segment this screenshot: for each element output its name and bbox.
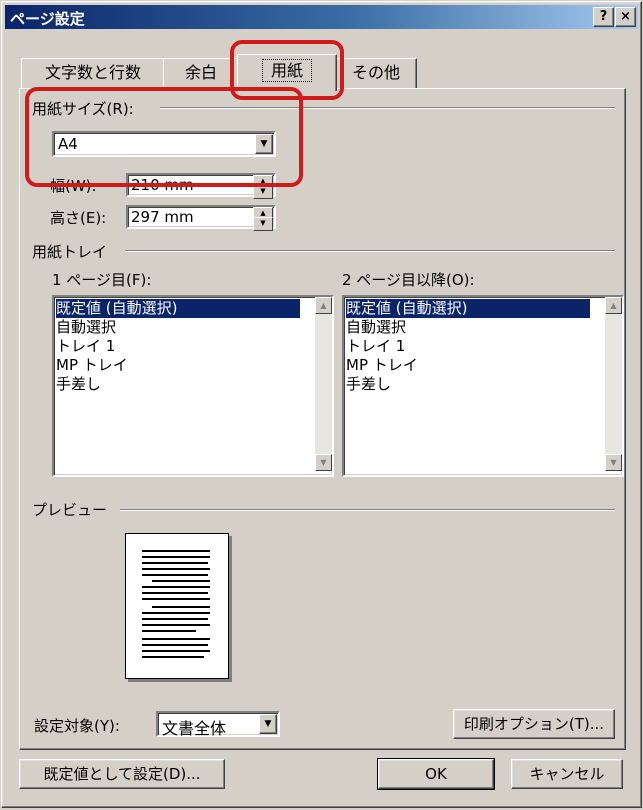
- help-button[interactable]: ?: [593, 7, 614, 27]
- print-options-button[interactable]: 印刷オプション(T)...: [453, 709, 615, 739]
- tab-panel: 用紙サイズ(R): A4 ▼ 幅(W): 210 mm ▲ ▼ 高さ(E): 2…: [19, 88, 626, 750]
- tab-margins[interactable]: 余白: [163, 58, 239, 89]
- close-button[interactable]: ×: [615, 7, 636, 27]
- apply-to-label: 設定対象(Y):: [34, 717, 120, 735]
- preview-label: プレビュー: [32, 501, 108, 519]
- list-item[interactable]: 自動選択: [346, 318, 406, 337]
- list-item[interactable]: トレイ 1: [56, 337, 115, 356]
- tab-label: 余白: [184, 63, 217, 82]
- height-label: 高さ(E):: [50, 209, 107, 227]
- scrollbar[interactable]: ▲ ▼: [315, 297, 332, 471]
- scroll-up-icon[interactable]: ▲: [315, 297, 332, 314]
- scroll-down-icon[interactable]: ▼: [315, 454, 332, 471]
- ok-button[interactable]: OK: [377, 758, 495, 790]
- scroll-up-icon[interactable]: ▲: [605, 297, 622, 314]
- cancel-button[interactable]: キャンセル: [511, 759, 623, 789]
- page-preview: [125, 533, 229, 679]
- tab-label: その他: [351, 63, 400, 82]
- apply-to-value: 文書全体: [162, 719, 227, 738]
- list-item[interactable]: MP トレイ: [346, 356, 418, 375]
- page-setup-dialog: ページ設定 ? × 文字数と行数 余白 用紙 その他 用紙サイズ(R): A4 …: [1, 1, 642, 808]
- spin-down-icon[interactable]: ▼: [253, 217, 273, 231]
- first-page-label: 1 ページ目(F):: [52, 271, 152, 289]
- tab-characters-and-lines[interactable]: 文字数と行数: [21, 58, 165, 89]
- spin-down-icon[interactable]: ▼: [253, 185, 273, 199]
- other-pages-label: 2 ページ目以降(O):: [342, 271, 475, 289]
- tab-label: 文字数と行数: [44, 63, 141, 82]
- window-title: ページ設定: [10, 10, 85, 28]
- height-field[interactable]: 297 mm ▲ ▼: [126, 205, 276, 231]
- divider: [120, 509, 615, 511]
- list-item[interactable]: 自動選択: [56, 318, 116, 337]
- apply-to-select[interactable]: 文書全体 ▼: [156, 711, 280, 738]
- list-item[interactable]: 既定値 (自動選択): [56, 299, 300, 318]
- list-item[interactable]: 手差し: [56, 375, 101, 394]
- scrollbar[interactable]: ▲ ▼: [605, 297, 622, 471]
- scroll-down-icon[interactable]: ▼: [605, 454, 622, 471]
- other-pages-tray-list[interactable]: 既定値 (自動選択) 自動選択 トレイ 1 MP トレイ 手差し ▲ ▼: [342, 295, 624, 477]
- list-item[interactable]: トレイ 1: [346, 337, 405, 356]
- title-bar: ページ設定 ? ×: [5, 5, 638, 29]
- tab-other[interactable]: その他: [335, 58, 417, 89]
- list-item[interactable]: MP トレイ: [56, 356, 128, 375]
- list-item[interactable]: 既定値 (自動選択): [346, 299, 590, 318]
- set-as-default-button[interactable]: 既定値として設定(D)...: [19, 759, 225, 789]
- paper-size-highlight: [25, 87, 303, 187]
- divider: [125, 250, 615, 252]
- list-item[interactable]: 手差し: [346, 375, 391, 394]
- paper-tray-label: 用紙トレイ: [32, 243, 108, 261]
- first-page-tray-list[interactable]: 既定値 (自動選択) 自動選択 トレイ 1 MP トレイ 手差し ▲ ▼: [52, 295, 334, 477]
- height-value: 297 mm: [131, 208, 194, 226]
- chevron-down-icon[interactable]: ▼: [259, 714, 277, 734]
